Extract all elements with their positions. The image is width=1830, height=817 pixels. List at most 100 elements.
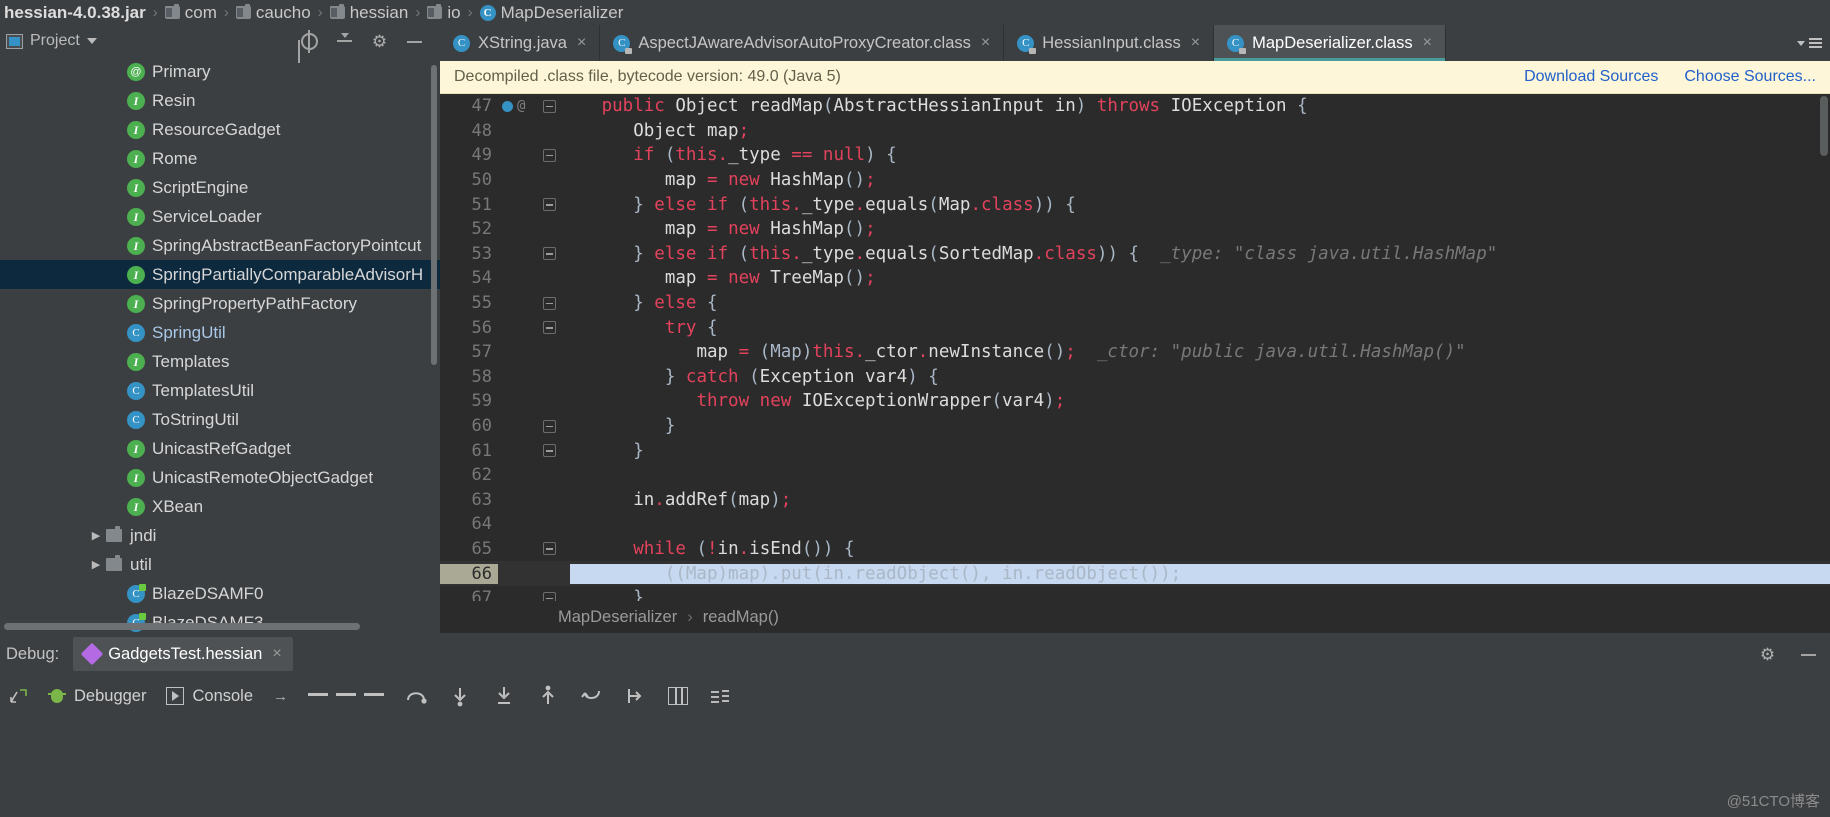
run-to-cursor-icon[interactable] bbox=[624, 685, 648, 707]
tree-row[interactable]: IXBean bbox=[0, 492, 440, 521]
code-line[interactable]: 63 in.addRef(map); bbox=[440, 488, 1830, 513]
collapse-all-icon[interactable] bbox=[335, 32, 354, 51]
console-tab[interactable]: Console bbox=[166, 687, 253, 706]
mute-breakpoints-icon[interactable] bbox=[708, 685, 732, 707]
debug-hide-icon[interactable] bbox=[1799, 645, 1818, 664]
editor-gutter[interactable] bbox=[498, 297, 570, 310]
close-icon[interactable]: × bbox=[1191, 34, 1200, 52]
code-line[interactable]: 59 throw new IOExceptionWrapper(var4); bbox=[440, 389, 1830, 414]
code-line[interactable]: 66 ((Map)map).put(in.readObject(), in.re… bbox=[440, 561, 1830, 586]
project-tree[interactable]: @PrimaryIResinIResourceGadgetIRomeIScrip… bbox=[0, 57, 440, 633]
tree-row[interactable]: CTemplatesUtil bbox=[0, 376, 440, 405]
close-icon[interactable]: × bbox=[577, 34, 586, 52]
code-fold-icon[interactable] bbox=[543, 420, 556, 433]
code-line[interactable]: 61 } bbox=[440, 438, 1830, 463]
code-fold-icon[interactable] bbox=[543, 542, 556, 555]
editor-vertical-scrollbar[interactable] bbox=[1820, 96, 1828, 156]
code-line[interactable]: 52 map = new HashMap(); bbox=[440, 217, 1830, 242]
tree-row[interactable]: ISpringAbstractBeanFactoryPointcut bbox=[0, 231, 440, 260]
debug-session-tab[interactable]: GadgetsTest.hessian × bbox=[73, 637, 292, 671]
hide-panel-icon[interactable] bbox=[405, 32, 424, 51]
code-fold-icon[interactable] bbox=[543, 592, 556, 601]
code-line[interactable]: 60 } bbox=[440, 414, 1830, 439]
tree-row[interactable]: CSpringUtil bbox=[0, 318, 440, 347]
expand-arrow-icon[interactable]: ▶ bbox=[88, 558, 104, 571]
tabbar-overflow-menu[interactable] bbox=[1797, 25, 1830, 61]
editor-gutter[interactable] bbox=[498, 592, 570, 601]
tree-row[interactable]: ISpringPropertyPathFactory bbox=[0, 289, 440, 318]
tree-row[interactable]: CBlazeDSAMF0 bbox=[0, 579, 440, 608]
drop-frame-icon[interactable] bbox=[580, 685, 604, 707]
force-step-into-icon[interactable] bbox=[492, 685, 516, 707]
settings-gear-icon[interactable]: ⚙ bbox=[370, 32, 389, 51]
editor-gutter[interactable] bbox=[498, 542, 570, 555]
override-annotation-icon[interactable]: @ bbox=[517, 98, 525, 114]
code-line[interactable]: 56 try { bbox=[440, 315, 1830, 340]
download-sources-link[interactable]: Download Sources bbox=[1524, 68, 1658, 86]
restore-layout-icon[interactable] bbox=[8, 686, 28, 706]
code-line[interactable]: 55 } else { bbox=[440, 291, 1830, 316]
tree-row[interactable]: IScriptEngine bbox=[0, 173, 440, 202]
editor-gutter[interactable]: @ bbox=[498, 98, 570, 114]
breadcrumb-item-hessian-4-0-38-jar[interactable]: hessian-4.0.38.jar bbox=[4, 3, 146, 23]
sidebar-vertical-scrollbar[interactable] bbox=[431, 65, 437, 365]
editor-gutter[interactable] bbox=[498, 321, 570, 334]
console-arrow-icon[interactable]: → bbox=[273, 688, 288, 705]
breadcrumb-item-caucho[interactable]: caucho bbox=[236, 3, 311, 23]
code-line[interactable]: 54 map = new TreeMap(); bbox=[440, 266, 1830, 291]
close-icon[interactable]: × bbox=[272, 645, 281, 663]
code-line[interactable]: 51 } else if (this._type.equals(Map.clas… bbox=[440, 192, 1830, 217]
code-fold-icon[interactable] bbox=[543, 321, 556, 334]
editor-gutter[interactable] bbox=[498, 198, 570, 211]
code-editor[interactable]: 47@ public Object readMap(AbstractHessia… bbox=[440, 94, 1830, 601]
tree-row[interactable]: @Primary bbox=[0, 57, 440, 86]
code-fold-icon[interactable] bbox=[543, 444, 556, 457]
evaluate-expression-icon[interactable] bbox=[668, 687, 688, 705]
tree-row[interactable]: IUnicastRefGadget bbox=[0, 434, 440, 463]
tree-row[interactable]: ISpringPartiallyComparableAdvisorH bbox=[0, 260, 440, 289]
code-line[interactable]: 50 map = new HashMap(); bbox=[440, 168, 1830, 193]
step-out-icon[interactable] bbox=[536, 685, 560, 707]
code-fold-icon[interactable] bbox=[543, 297, 556, 310]
code-line[interactable]: 62 bbox=[440, 463, 1830, 488]
tree-row[interactable]: ▶jndi bbox=[0, 521, 440, 550]
breadcrumb-item-mapdeserializer[interactable]: CMapDeserializer bbox=[480, 3, 624, 23]
editor-tab-mapdeserializer-class[interactable]: CMapDeserializer.class× bbox=[1214, 25, 1446, 61]
chevron-down-icon[interactable] bbox=[87, 38, 97, 44]
code-line[interactable]: 47@ public Object readMap(AbstractHessia… bbox=[440, 94, 1830, 119]
locate-in-tree-icon[interactable] bbox=[300, 32, 319, 51]
code-line[interactable]: 57 map = (Map)this._ctor.newInstance(); … bbox=[440, 340, 1830, 365]
expand-arrow-icon[interactable]: ▶ bbox=[88, 529, 104, 542]
editor-tab-hessianinput-class[interactable]: CHessianInput.class× bbox=[1004, 25, 1214, 61]
chevron-down-icon[interactable] bbox=[1797, 41, 1805, 46]
breakpoint-icon[interactable] bbox=[502, 101, 513, 112]
editor-tab-xstring-java[interactable]: CXString.java× bbox=[440, 25, 600, 61]
code-line[interactable]: 67 } bbox=[440, 586, 1830, 601]
debugger-tab[interactable]: Debugger bbox=[48, 687, 146, 706]
code-line[interactable]: 49 if (this._type == null) { bbox=[440, 143, 1830, 168]
step-over-icon[interactable] bbox=[404, 685, 428, 707]
project-tool-window-title[interactable]: Project bbox=[6, 32, 97, 50]
tree-row[interactable]: IResin bbox=[0, 86, 440, 115]
editor-gutter[interactable] bbox=[498, 149, 570, 162]
code-fold-icon[interactable] bbox=[543, 149, 556, 162]
editor-gutter[interactable] bbox=[498, 247, 570, 260]
code-line[interactable]: 58 } catch (Exception var4) { bbox=[440, 365, 1830, 390]
code-line[interactable]: 65 while (!in.isEnd()) { bbox=[440, 537, 1830, 562]
code-fold-icon[interactable] bbox=[543, 198, 556, 211]
tree-row[interactable]: IRome bbox=[0, 144, 440, 173]
structure-breadcrumb-item[interactable]: readMap() bbox=[703, 608, 779, 627]
tree-row[interactable]: IResourceGadget bbox=[0, 115, 440, 144]
structure-breadcrumb-item[interactable]: MapDeserializer bbox=[558, 608, 677, 627]
debug-settings-gear-icon[interactable]: ⚙ bbox=[1758, 645, 1777, 664]
tree-row[interactable]: IServiceLoader bbox=[0, 202, 440, 231]
code-line[interactable]: 64 bbox=[440, 512, 1830, 537]
tab-list-icon[interactable] bbox=[1809, 38, 1822, 48]
breadcrumb-item-com[interactable]: com bbox=[165, 3, 217, 23]
editor-gutter[interactable] bbox=[498, 420, 570, 433]
choose-sources-link[interactable]: Choose Sources... bbox=[1684, 68, 1816, 86]
code-fold-icon[interactable] bbox=[543, 247, 556, 260]
editor-tab-aspectjawareadvisorautoproxycreator-class[interactable]: CAspectJAwareAdvisorAutoProxyCreator.cla… bbox=[600, 25, 1004, 61]
breadcrumb-item-hessian[interactable]: hessian bbox=[330, 3, 409, 23]
code-fold-icon[interactable] bbox=[543, 100, 556, 113]
